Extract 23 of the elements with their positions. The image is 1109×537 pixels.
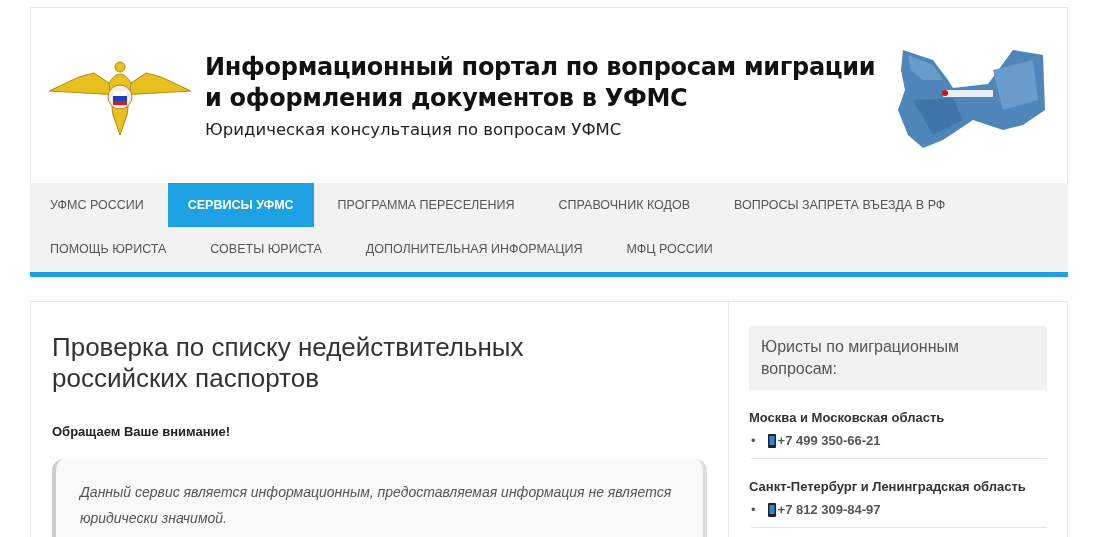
notice-heading: Обращаем Ваше внимание! <box>52 424 232 439</box>
nav-tab[interactable]: ПРОГРАММА ПЕРЕСЕЛЕНИЯ <box>317 183 535 227</box>
disclaimer-quote: Данный сервис является информационным, предоставляемая информация не является юридически значимой. <box>52 459 707 537</box>
region-heading: Москва и Московская область <box>749 410 946 425</box>
phone-icon <box>767 502 776 517</box>
phone-icon <box>767 433 776 448</box>
region-heading: Санкт-Петербург и Ленинградская область <box>749 479 1027 494</box>
nav-tab[interactable]: СПРАВОЧНИК КОДОВ <box>538 183 710 227</box>
bullet: • <box>751 502 756 517</box>
nav-tab[interactable]: ВОПРОСЫ ЗАПРЕТА ВЪЕЗДА В РФ <box>714 183 966 227</box>
nav-tab[interactable]: ДОПОЛНИТЕЛЬНАЯ ИНФОРМАЦИЯ <box>345 227 603 271</box>
bullet: • <box>751 433 756 448</box>
nav-tab[interactable]: СОВЕТЫ ЮРИСТА <box>190 227 342 271</box>
widget-heading: Юристы по миграционным вопросам: <box>749 326 1047 390</box>
site-title: и оформления документов в УФМС <box>205 83 689 114</box>
nav-tab[interactable]: ПОМОЩЬ ЮРИСТА <box>30 227 187 271</box>
article-title: Проверка по списку недействительных российских паспортов <box>52 332 525 394</box>
phone-number[interactable]: +7 499 350-66-21 <box>777 433 881 448</box>
phone-number[interactable]: +7 812 309-84-97 <box>777 502 881 517</box>
nav-tab[interactable]: УФМС РОССИИ <box>30 183 164 227</box>
nav-tab[interactable]: МФЦ РОССИИ <box>606 227 733 271</box>
site-title: Информационный портал по вопросам миграции <box>205 52 876 83</box>
site-subtitle: Юридическая консультация по вопросам УФМС <box>205 120 623 139</box>
